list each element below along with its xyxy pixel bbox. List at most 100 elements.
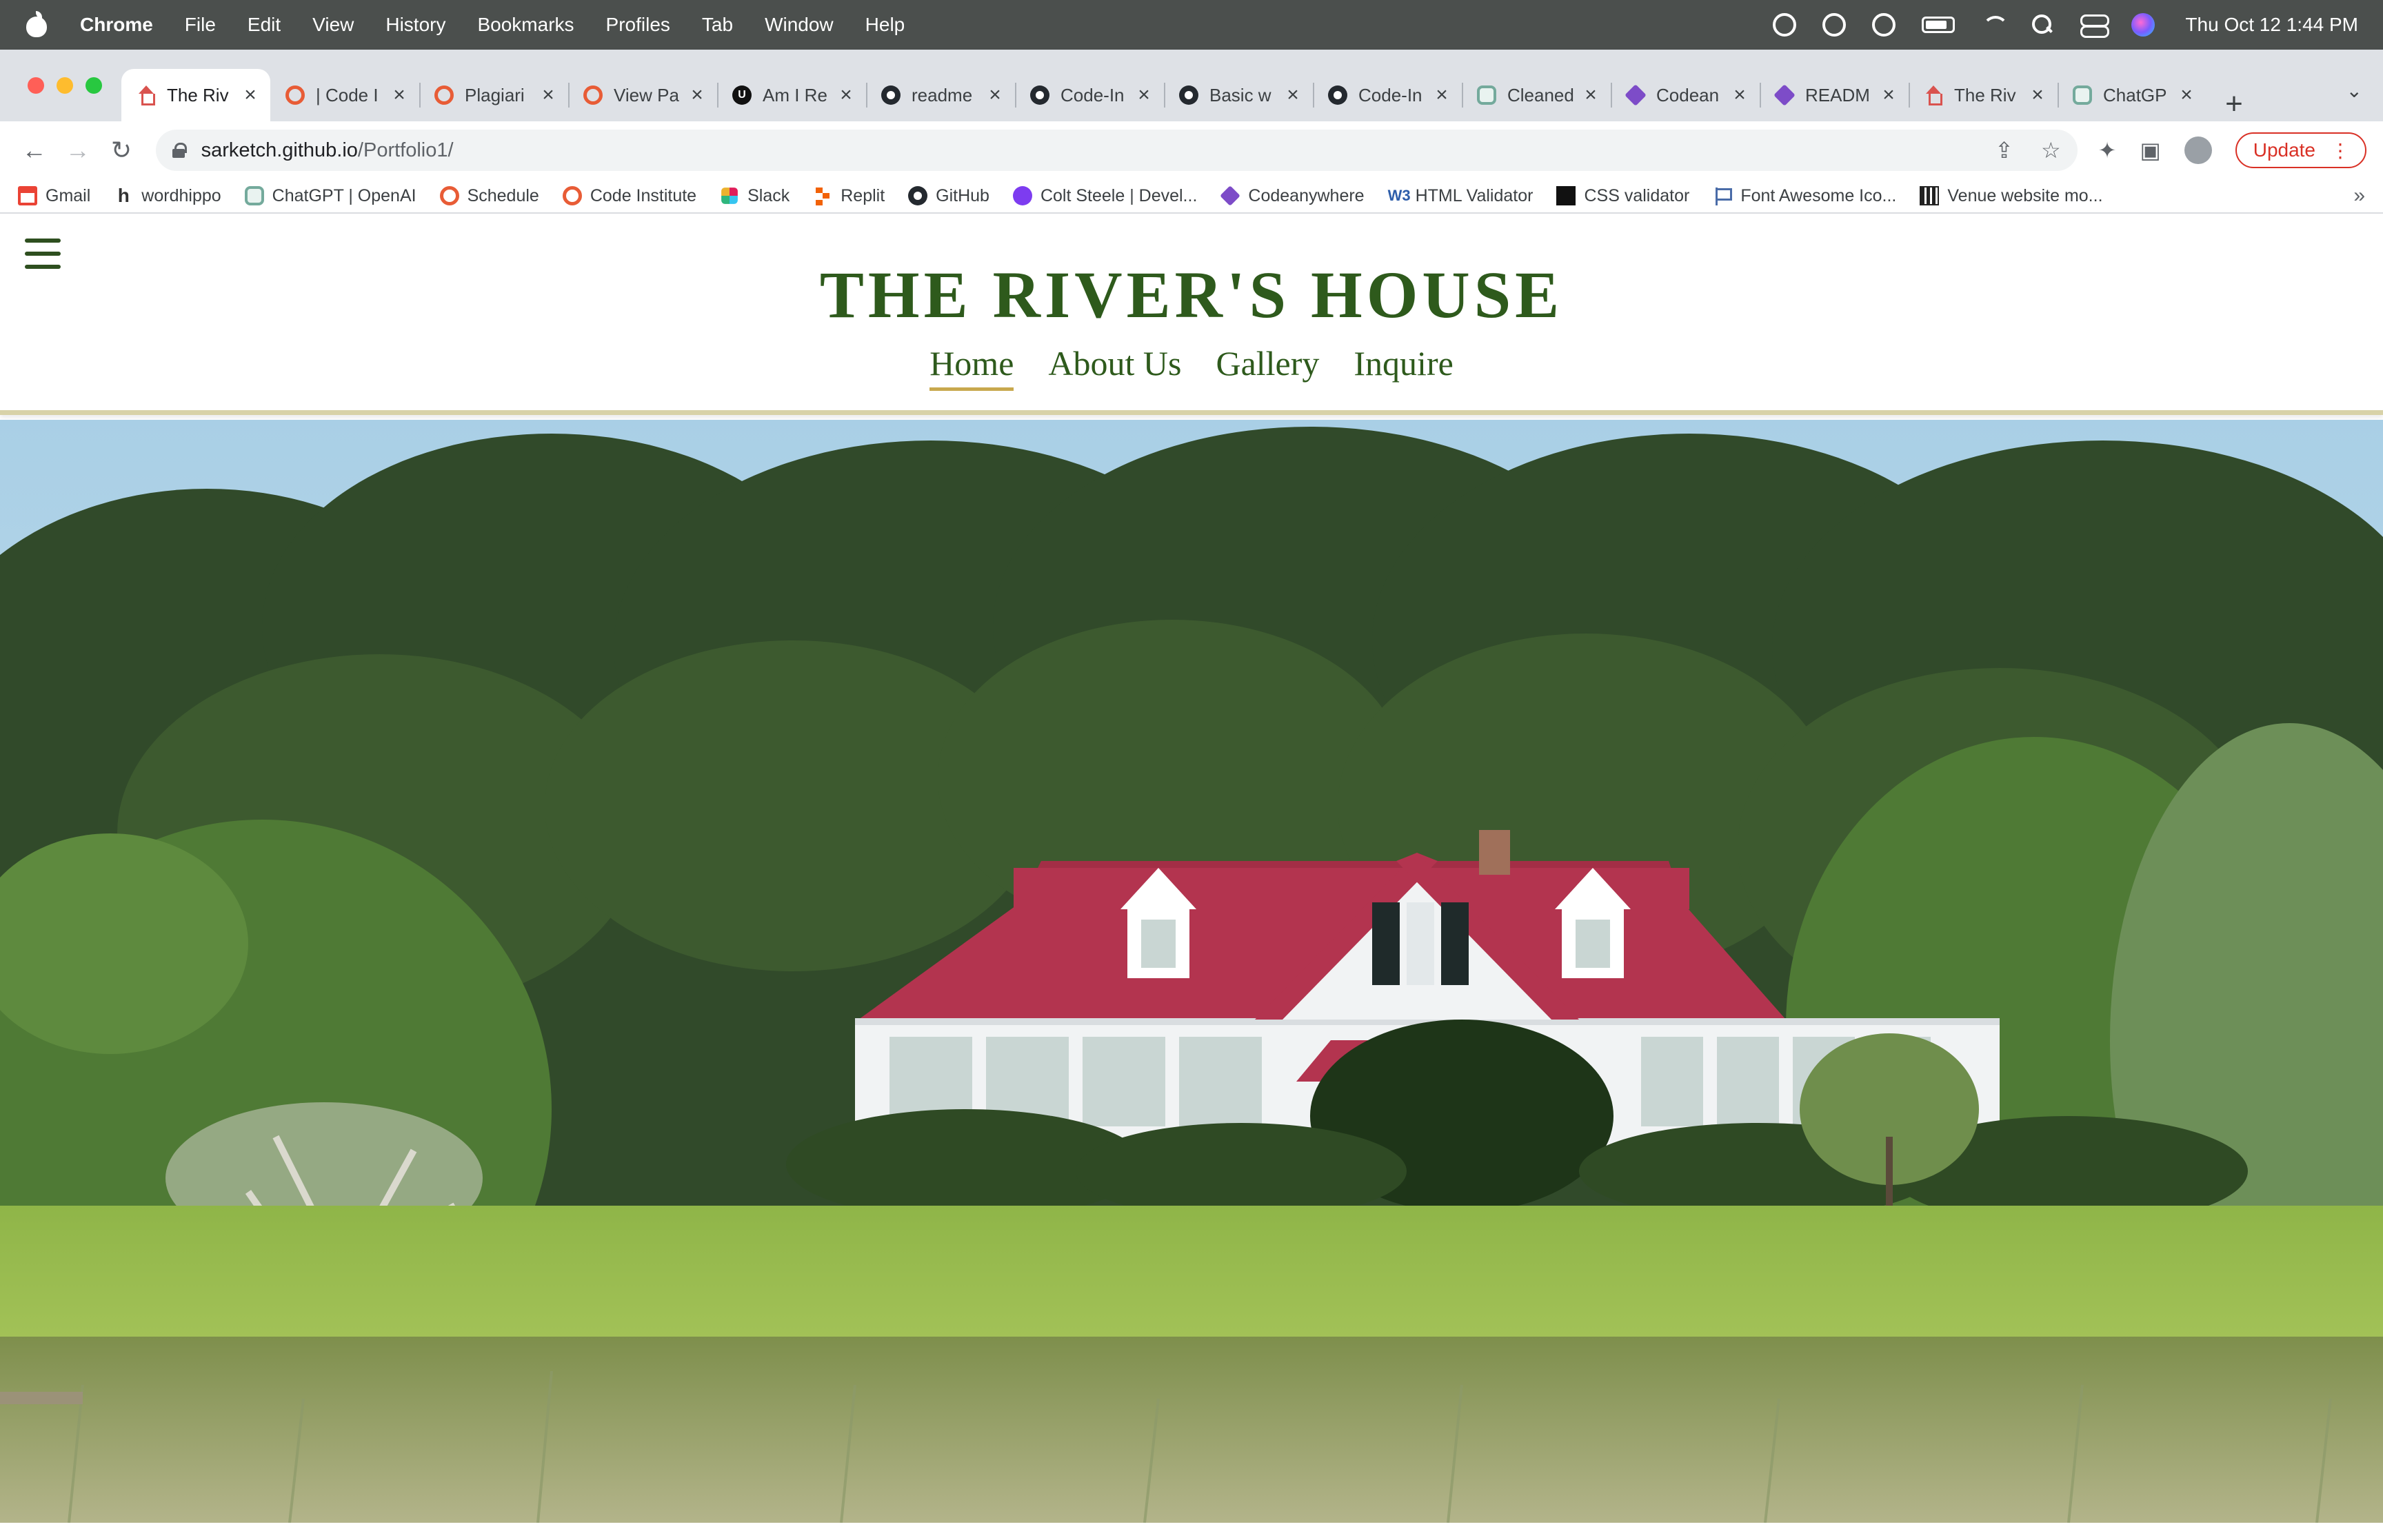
menu-app-chrome[interactable]: Chrome: [80, 14, 153, 36]
tab-basic-w[interactable]: Basic w ×: [1164, 69, 1313, 121]
profile-avatar[interactable]: [2184, 136, 2212, 164]
tab-title: The Riv: [1954, 84, 2016, 105]
tab-chatgpt[interactable]: ChatGP ×: [2058, 69, 2206, 121]
site-title[interactable]: THE RIVER'S HOUSE: [0, 256, 2383, 333]
menu-edit[interactable]: Edit: [248, 14, 281, 36]
wordhippo-icon: h: [117, 185, 130, 206]
close-icon[interactable]: ×: [539, 83, 557, 107]
bookmark-html-validator[interactable]: W3 HTML Validator: [1388, 186, 1534, 206]
close-icon[interactable]: ×: [1582, 83, 1600, 107]
bookmark-codeanywhere[interactable]: Codeanywhere: [1220, 185, 1365, 206]
lock-icon[interactable]: [172, 143, 187, 158]
close-icon[interactable]: ×: [688, 83, 706, 107]
control-center-icon[interactable]: [2080, 14, 2110, 38]
site-nav: Home About Us Gallery Inquire: [0, 343, 2383, 391]
bookmark-wordhippo[interactable]: h wordhippo: [114, 186, 221, 206]
menu-bookmarks[interactable]: Bookmarks: [477, 14, 574, 36]
tab-title: Am I Re: [763, 84, 827, 105]
side-panel-icon[interactable]: ▣: [2140, 137, 2160, 163]
tab-the-rivers-house[interactable]: The Riv ×: [121, 69, 270, 121]
code-institute-icon: [583, 85, 603, 105]
hero-image: [0, 420, 2383, 1523]
tab-search-chevron-icon[interactable]: ⌄: [2346, 79, 2362, 102]
close-icon[interactable]: ×: [241, 83, 259, 107]
close-icon[interactable]: ×: [986, 83, 1004, 107]
nav-link-gallery[interactable]: Gallery: [1216, 343, 1319, 391]
bookmark-schedule[interactable]: Schedule: [439, 186, 539, 206]
menu-tab[interactable]: Tab: [702, 14, 733, 36]
bookmark-slack[interactable]: Slack: [720, 186, 790, 206]
bookmark-chatgpt[interactable]: ChatGPT | OpenAI: [244, 186, 416, 206]
bookmark-gmail[interactable]: Gmail: [18, 186, 90, 206]
reload-button[interactable]: ↻: [103, 132, 139, 168]
close-window-button[interactable]: [28, 77, 44, 94]
nav-link-about-us[interactable]: About Us: [1048, 343, 1181, 391]
siri-icon[interactable]: [2131, 13, 2155, 37]
share-icon[interactable]: ⇪: [1995, 137, 2013, 163]
house-landscape-illustration: [0, 420, 2383, 1523]
close-icon[interactable]: ×: [837, 83, 855, 107]
menu-bar-clock[interactable]: Thu Oct 12 1:44 PM: [2185, 14, 2358, 36]
bookmark-label: Gmail: [46, 185, 91, 205]
tab-am-i-responsive[interactable]: U Am I Re ×: [717, 69, 866, 121]
close-icon[interactable]: ×: [1731, 83, 1749, 107]
extensions-puzzle-icon[interactable]: ✦: [2098, 137, 2117, 163]
tab-code-institute[interactable]: | Code I ×: [270, 69, 419, 121]
battery-icon[interactable]: [1922, 17, 1955, 33]
bookmark-github[interactable]: GitHub: [908, 186, 989, 206]
bookmark-replit[interactable]: Replit: [813, 186, 885, 206]
menu-profiles[interactable]: Profiles: [606, 14, 670, 36]
minimize-window-button[interactable]: [57, 77, 73, 94]
close-icon[interactable]: ×: [1880, 83, 1898, 107]
github-icon: [1328, 85, 1347, 105]
spotlight-search-icon[interactable]: [2031, 13, 2054, 37]
close-icon[interactable]: ×: [2029, 83, 2047, 107]
tab-the-rivers-house-2[interactable]: The Riv ×: [1909, 69, 2058, 121]
tab-codeanywhere[interactable]: Codean ×: [1611, 69, 1760, 121]
bookmark-font-awesome[interactable]: Font Awesome Ico...: [1713, 186, 1896, 206]
bookmark-label: Font Awesome Ico...: [1740, 185, 1897, 205]
chevron-right-double-icon[interactable]: »: [2353, 184, 2365, 207]
code-institute-icon: [285, 85, 305, 105]
menu-view[interactable]: View: [312, 14, 354, 36]
tab-view-page[interactable]: View Pa ×: [568, 69, 717, 121]
sync-icon[interactable]: [1822, 13, 1847, 37]
bookmark-star-icon[interactable]: ☆: [2041, 137, 2061, 163]
wifi-icon[interactable]: [1981, 13, 2009, 37]
tab-cleaned[interactable]: Cleaned ×: [1462, 69, 1611, 121]
close-icon[interactable]: ×: [1284, 83, 1302, 107]
tab-plagiarism[interactable]: Plagiari ×: [419, 69, 568, 121]
bookmark-code-institute[interactable]: Code Institute: [562, 186, 696, 206]
bookmark-label: Venue website mo...: [1947, 185, 2103, 205]
forward-button[interactable]: →: [60, 132, 95, 168]
tab-code-institute-github[interactable]: Code-In ×: [1015, 69, 1164, 121]
close-icon[interactable]: ×: [390, 83, 408, 107]
back-button[interactable]: ←: [17, 132, 52, 168]
tab-title: READM: [1805, 84, 1870, 105]
bookmark-venue-website[interactable]: Venue website mo...: [1920, 185, 2103, 206]
tab-readme-codeanywhere[interactable]: READM ×: [1760, 69, 1909, 121]
update-button[interactable]: Update ⋮: [2235, 132, 2367, 168]
play-icon[interactable]: [1872, 13, 1896, 37]
nav-link-home[interactable]: Home: [929, 343, 1014, 391]
close-icon[interactable]: ×: [1433, 83, 1451, 107]
close-icon[interactable]: ×: [1135, 83, 1153, 107]
new-tab-button[interactable]: +: [2213, 87, 2255, 121]
bookmark-label: CSS validator: [1584, 185, 1690, 205]
menu-help[interactable]: Help: [865, 14, 905, 36]
zoom-window-button[interactable]: [86, 77, 102, 94]
tab-title: Code-In: [1358, 84, 1422, 105]
menu-file[interactable]: File: [185, 14, 216, 36]
address-bar[interactable]: sarketch.github.io/Portfolio1/ ⇪ ☆: [155, 130, 2078, 171]
grammarly-icon[interactable]: [1773, 13, 1797, 37]
tab-readme[interactable]: readme ×: [866, 69, 1015, 121]
apple-icon[interactable]: [25, 11, 48, 39]
tab-code-institute-github-2[interactable]: Code-In ×: [1313, 69, 1462, 121]
bookmark-css-validator[interactable]: CSS validator: [1556, 186, 1689, 206]
menu-history[interactable]: History: [385, 14, 445, 36]
close-icon[interactable]: ×: [2178, 83, 2195, 107]
bookmark-colt-steele[interactable]: Colt Steele | Devel...: [1012, 186, 1197, 206]
tab-title: The Riv: [167, 84, 229, 105]
nav-link-inquire[interactable]: Inquire: [1354, 343, 1453, 391]
menu-window[interactable]: Window: [765, 14, 834, 36]
